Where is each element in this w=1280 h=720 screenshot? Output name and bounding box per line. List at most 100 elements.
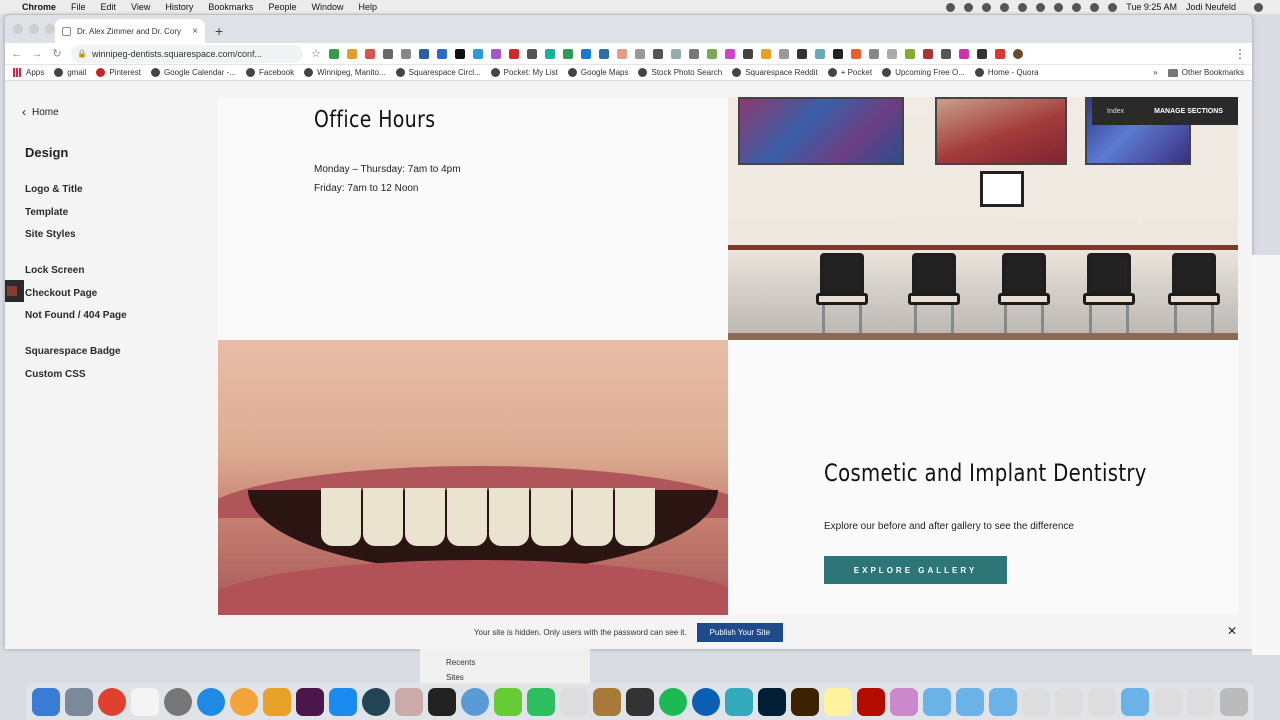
color-swatch[interactable] (5, 280, 24, 302)
menu-help[interactable]: Help (358, 2, 377, 12)
menu-bookmarks[interactable]: Bookmarks (208, 2, 253, 12)
extension-icon[interactable] (760, 48, 771, 59)
calendar-icon[interactable] (131, 687, 159, 716)
1password-icon[interactable] (692, 687, 720, 716)
finder-recents[interactable]: Recents (446, 658, 475, 667)
extension-icon[interactable] (832, 48, 843, 59)
extension-icon[interactable] (490, 48, 501, 59)
bookmark-facebook[interactable]: Facebook (245, 68, 294, 77)
sidebar-item-logo-title[interactable]: Logo & Title (25, 184, 83, 195)
extension-icon[interactable] (580, 48, 591, 59)
bookmark-add-pocket[interactable]: + Pocket (827, 68, 872, 77)
finder-icon[interactable] (32, 687, 60, 716)
bookmark-google-maps[interactable]: Google Maps (567, 68, 628, 77)
app-icon[interactable] (593, 687, 621, 716)
app-icon[interactable] (263, 687, 291, 716)
minimize-window-icon[interactable] (29, 24, 39, 34)
quicktime-icon[interactable] (362, 687, 390, 716)
app-icon[interactable] (725, 687, 753, 716)
bluetooth-icon[interactable] (1054, 2, 1064, 12)
wifi-icon[interactable] (1072, 2, 1082, 12)
messages-icon[interactable] (461, 687, 489, 716)
extension-icon[interactable] (904, 48, 915, 59)
zoom-window-icon[interactable] (45, 24, 55, 34)
close-window-icon[interactable] (13, 24, 23, 34)
bookmarks-overflow[interactable]: » (1153, 68, 1157, 77)
sidebar-item-squarespace-badge[interactable]: Squarespace Badge (25, 346, 121, 357)
spotify-icon[interactable] (659, 687, 687, 716)
bookmark-quora[interactable]: Home - Quora (974, 68, 1039, 77)
app-icon[interactable] (428, 687, 456, 716)
extension-icon[interactable] (994, 48, 1005, 59)
extension-icon[interactable] (382, 48, 393, 59)
extension-icon[interactable] (436, 48, 447, 59)
extension-icon[interactable] (868, 48, 879, 59)
folder-icon[interactable] (1121, 687, 1149, 716)
cloud-icon[interactable] (964, 2, 974, 12)
app-store-icon[interactable] (329, 687, 357, 716)
reload-icon[interactable]: ↻ (51, 47, 63, 60)
dropbox-icon[interactable] (982, 2, 992, 12)
browser-tab[interactable]: Dr. Alex Zimmer and Dr. Cory × (55, 19, 205, 43)
evernote-icon[interactable] (1000, 2, 1010, 12)
new-tab-icon[interactable]: + (215, 23, 223, 39)
acrobat-icon[interactable] (857, 687, 885, 716)
folder-icon[interactable] (923, 687, 951, 716)
menubar-clock[interactable]: Tue 9:25 AM (1126, 2, 1177, 12)
file-icon[interactable] (1055, 687, 1083, 716)
finder-sites[interactable]: Sites (446, 673, 464, 682)
extension-icon[interactable] (346, 48, 357, 59)
folder-icon[interactable] (989, 687, 1017, 716)
tray-icon[interactable] (946, 2, 956, 12)
extension-icon[interactable] (850, 48, 861, 59)
sidebar-item-checkout-page[interactable]: Checkout Page (25, 288, 97, 299)
chrome-menu-icon[interactable]: ⋮ (1234, 47, 1246, 61)
evernote-icon[interactable] (527, 687, 555, 716)
extension-icon[interactable] (634, 48, 645, 59)
menu-edit[interactable]: Edit (101, 2, 117, 12)
menu-view[interactable]: View (131, 2, 150, 12)
extension-icon[interactable] (616, 48, 627, 59)
extension-icon[interactable] (814, 48, 825, 59)
app-icon[interactable] (560, 687, 588, 716)
bookmark-gmail[interactable]: gmail (54, 68, 86, 77)
publish-site-button[interactable]: Publish Your Site (696, 622, 784, 642)
address-bar[interactable]: 🔒 winnipeg-dentists.squarespace.com/conf… (71, 44, 303, 63)
slack-icon[interactable] (296, 687, 324, 716)
extension-icon[interactable] (364, 48, 375, 59)
extension-icon[interactable] (508, 48, 519, 59)
battery-icon[interactable] (1108, 2, 1118, 12)
extension-icon[interactable] (976, 48, 987, 59)
folder-icon[interactable] (956, 687, 984, 716)
extension-icon[interactable] (544, 48, 555, 59)
bookmark-winnipeg[interactable]: Winnipeg, Manito... (304, 68, 386, 77)
extension-icon[interactable] (562, 48, 573, 59)
forward-icon[interactable]: → (31, 48, 43, 60)
extension-icon[interactable] (418, 48, 429, 59)
sidebar-item-site-styles[interactable]: Site Styles (25, 229, 76, 240)
menu-app[interactable]: Chrome (22, 2, 56, 12)
extension-icon[interactable] (688, 48, 699, 59)
home-link[interactable]: ‹ Home (22, 105, 59, 119)
photos-icon[interactable] (230, 687, 258, 716)
extension-icon[interactable] (652, 48, 663, 59)
extension-icon[interactable] (400, 48, 411, 59)
safari-icon[interactable] (197, 687, 225, 716)
sidebar-item-404-page[interactable]: Not Found / 404 Page (25, 310, 127, 321)
app-icon[interactable] (626, 687, 654, 716)
extension-icon[interactable] (670, 48, 681, 59)
time-machine-icon[interactable] (1036, 2, 1046, 12)
extension-icon[interactable] (778, 48, 789, 59)
preview-icon[interactable] (65, 687, 93, 716)
volume-icon[interactable] (1090, 2, 1100, 12)
extension-icon[interactable] (958, 48, 969, 59)
bookmark-star-icon[interactable]: ☆ (311, 47, 321, 60)
file-icon[interactable] (1022, 687, 1050, 716)
extension-icon[interactable] (940, 48, 951, 59)
menubar-user[interactable]: Jodi Neufeld (1186, 2, 1236, 12)
explore-gallery-button[interactable]: EXPLORE GALLERY (824, 556, 1007, 584)
menu-history[interactable]: History (165, 2, 193, 12)
extension-icon[interactable] (724, 48, 735, 59)
bookmark-pinterest[interactable]: Pinterest (96, 68, 141, 77)
app-icon[interactable] (890, 687, 918, 716)
